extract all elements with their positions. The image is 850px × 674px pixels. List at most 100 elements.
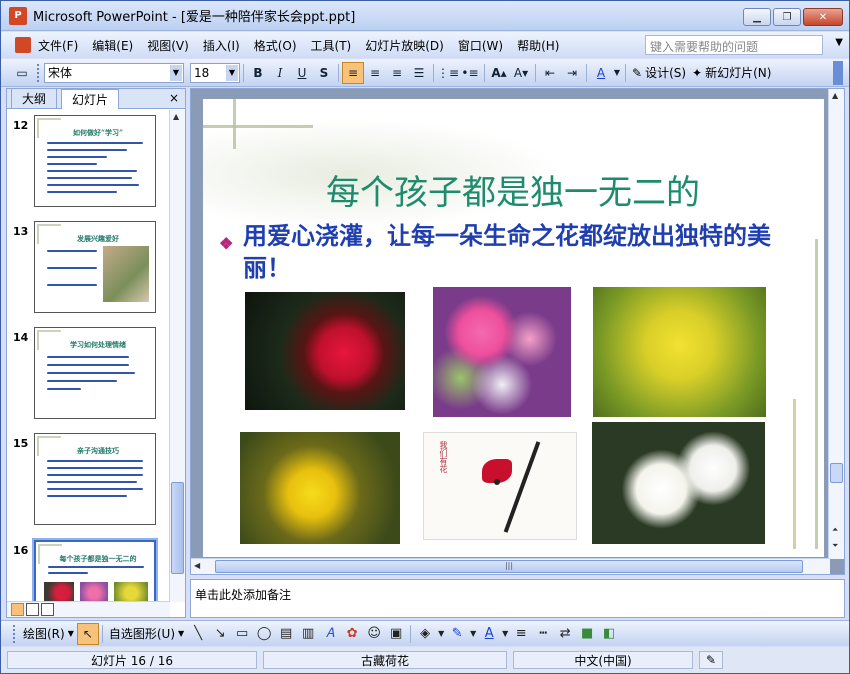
normal-view-icon[interactable]	[11, 603, 24, 616]
menu-edit[interactable]: 编辑(E)	[85, 37, 140, 54]
spelling-check-icon[interactable]: ✎	[699, 651, 723, 669]
slide-bullet[interactable]: ❖ 用爱心浇灌，让每一朵生命之花都绽放出独特的美丽！	[219, 220, 809, 284]
bullets-icon[interactable]: •≡	[459, 62, 481, 84]
notes-pane[interactable]: 单击此处添加备注	[190, 579, 845, 618]
scrollbar-thumb[interactable]: |||	[215, 560, 803, 573]
chevron-down-icon[interactable]: ▼	[500, 623, 510, 645]
shadow-button[interactable]: S	[313, 62, 335, 84]
scroll-up-icon[interactable]: ▲	[832, 91, 838, 100]
help-search-input[interactable]: 键入需要帮助的问题	[645, 35, 823, 55]
scroll-up-icon[interactable]: ▲	[173, 112, 179, 121]
painting-photo[interactable]: 我们有花	[423, 432, 577, 540]
italic-button[interactable]: I	[269, 62, 291, 84]
toolbar-grip[interactable]	[37, 63, 40, 82]
help-dropdown-icon[interactable]: ▼	[835, 37, 843, 48]
arrow-style-icon[interactable]: ⇄	[554, 623, 576, 645]
document-icon[interactable]	[15, 37, 31, 53]
font-color-icon[interactable]: A	[478, 623, 500, 645]
horizontal-scrollbar[interactable]: ◀ |||	[191, 558, 830, 574]
minimize-button[interactable]: ▁	[743, 8, 771, 26]
toolbar-options-icon[interactable]	[833, 61, 843, 85]
menu-file[interactable]: 文件(F)	[31, 37, 85, 54]
tab-outline[interactable]: 大纲	[11, 88, 58, 108]
increase-indent-icon[interactable]: ⇥	[561, 62, 583, 84]
slide-thumbnail[interactable]: 学习如何处理情绪	[34, 327, 156, 419]
menu-insert[interactable]: 插入(I)	[196, 37, 247, 54]
diagram-icon[interactable]: ✿	[341, 623, 363, 645]
fill-color-icon[interactable]: ◈	[414, 623, 436, 645]
chevron-down-icon[interactable]: ▼	[170, 64, 182, 81]
scroll-left-icon[interactable]: ◀	[194, 561, 200, 570]
text-line	[47, 156, 107, 158]
oval-icon[interactable]: ◯	[253, 623, 275, 645]
autoshapes-button[interactable]: 自选图形(U) ▼	[106, 625, 187, 642]
powerpoint-icon[interactable]: P	[9, 6, 27, 25]
close-button[interactable]: ✕	[803, 8, 843, 26]
red-rose-photo[interactable]	[245, 292, 405, 410]
menu-view[interactable]: 视图(V)	[140, 37, 196, 54]
new-slide-button[interactable]: ✦ 新幻灯片(N)	[689, 64, 774, 81]
menu-slideshow[interactable]: 幻灯片放映(D)	[358, 37, 451, 54]
rapeseed-photo[interactable]	[593, 287, 766, 417]
line-icon[interactable]: ╲	[187, 623, 209, 645]
vertical-textbox-icon[interactable]: ▥	[297, 623, 319, 645]
thumbnail-scrollbar[interactable]: ▲	[169, 110, 185, 602]
slide-thumbnail[interactable]: 如何做好“学习”	[34, 115, 156, 207]
increase-font-icon[interactable]: A▴	[488, 62, 510, 84]
font-color-icon[interactable]: A	[590, 62, 612, 84]
slide-title[interactable]: 每个孩子都是独一无二的	[293, 165, 733, 214]
slide-sorter-view-icon[interactable]	[26, 603, 39, 616]
toolbar-grip[interactable]	[13, 624, 16, 643]
chevron-down-icon[interactable]: ▼	[226, 64, 238, 81]
menu-tools[interactable]: 工具(T)	[304, 37, 359, 54]
jasmine-photo[interactable]	[592, 422, 765, 544]
textbox-icon[interactable]: ▤	[275, 623, 297, 645]
numbering-icon[interactable]: ⋮≡	[437, 62, 459, 84]
slide-thumbnail[interactable]: 亲子沟通技巧	[34, 433, 156, 525]
align-center-icon[interactable]: ≡	[364, 62, 386, 84]
bold-button[interactable]: B	[247, 62, 269, 84]
next-slide-icon[interactable]: ⏷	[832, 541, 838, 551]
new-icon[interactable]: ▭	[11, 62, 33, 84]
chevron-down-icon[interactable]: ▼	[612, 62, 622, 84]
yellow-flower-photo[interactable]	[240, 432, 400, 544]
slide-thumbnail[interactable]: 发展兴趣爱好	[34, 221, 156, 313]
line-color-icon[interactable]: ✎	[446, 623, 468, 645]
shadow-style-icon[interactable]: ■	[576, 623, 598, 645]
align-left-icon[interactable]: ≡	[342, 61, 364, 84]
design-button[interactable]: ✎ 设计(S)	[629, 64, 689, 81]
chevron-down-icon[interactable]: ▼	[468, 623, 478, 645]
justify-icon[interactable]: ☰	[408, 62, 430, 84]
flower-bouquet-photo[interactable]	[433, 287, 571, 417]
slide-canvas[interactable]: 每个孩子都是独一无二的 ❖ 用爱心浇灌，让每一朵生命之花都绽放出独特的美丽！ 我…	[203, 99, 824, 557]
select-pointer-icon[interactable]: ↖	[76, 622, 99, 645]
font-size-select[interactable]: 18 ▼	[190, 62, 240, 83]
menu-help[interactable]: 帮助(H)	[510, 37, 566, 54]
rectangle-icon[interactable]: ▭	[231, 623, 253, 645]
dash-style-icon[interactable]: ┅	[532, 623, 554, 645]
draw-menu-button[interactable]: 绘图(R) ▼	[20, 625, 77, 642]
menu-window[interactable]: 窗口(W)	[451, 37, 510, 54]
line-style-icon[interactable]: ≡	[510, 623, 532, 645]
scrollbar-thumb[interactable]	[830, 463, 843, 483]
picture-icon[interactable]: ▣	[385, 623, 407, 645]
underline-button[interactable]: U	[291, 62, 313, 84]
align-right-icon[interactable]: ≡	[386, 62, 408, 84]
tab-slides[interactable]: 幻灯片	[61, 89, 120, 109]
slide-thumbnail-selected[interactable]: 每个孩子都是独一无二的	[32, 538, 158, 602]
clipart-icon[interactable]: ☺	[363, 623, 385, 645]
3d-style-icon[interactable]: ◧	[598, 623, 620, 645]
previous-slide-icon[interactable]: ⏶	[832, 525, 838, 535]
wordart-icon[interactable]: 𝐴	[319, 623, 341, 645]
decrease-indent-icon[interactable]: ⇤	[539, 62, 561, 84]
font-select[interactable]: 宋体 ▼	[44, 62, 184, 83]
arrow-icon[interactable]: ↘	[209, 623, 231, 645]
slideshow-view-icon[interactable]	[41, 603, 54, 616]
close-icon[interactable]: ×	[169, 91, 179, 105]
scrollbar-thumb[interactable]	[171, 482, 184, 574]
menu-format[interactable]: 格式(O)	[247, 37, 304, 54]
chevron-down-icon[interactable]: ▼	[436, 623, 446, 645]
slide-scrollbar[interactable]: ▲ ⏶ ⏷	[828, 89, 844, 559]
decrease-font-icon[interactable]: A▾	[510, 62, 532, 84]
maximize-button[interactable]: ❐	[773, 8, 801, 26]
